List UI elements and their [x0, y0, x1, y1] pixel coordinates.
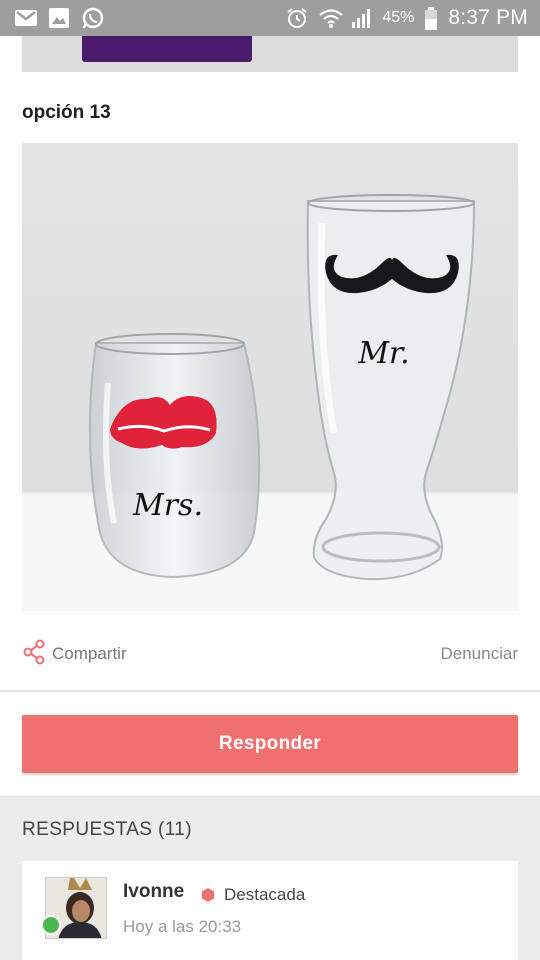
clock: 8:37 PM — [448, 6, 528, 29]
mr-text: Mr. — [357, 336, 409, 371]
reply-button[interactable]: Responder — [22, 715, 518, 773]
notification-icons — [0, 7, 104, 29]
answer-item[interactable]: Ivonne Destacada Hoy a las 20:33 — [22, 861, 518, 960]
status-bar: 45% 8:37 PM — [0, 0, 540, 36]
featured-badge: Destacada — [200, 885, 305, 905]
mrs-glass: Mrs. — [88, 333, 261, 579]
previous-option-image[interactable] — [22, 36, 518, 72]
share-button[interactable]: Compartir — [22, 639, 127, 670]
post-actions: Compartir Denunciar — [22, 638, 518, 670]
option-title: opción 13 — [22, 102, 111, 123]
system-icons: 45% 8:37 PM — [286, 6, 540, 30]
answers-section: RESPUESTAS (11) Ivonne Destacada Hoy a l… — [0, 796, 540, 960]
mrs-text: Mrs. — [132, 488, 203, 523]
signal-icon — [350, 7, 372, 29]
online-indicator — [41, 915, 61, 935]
answers-title: RESPUESTAS (11) — [22, 819, 193, 840]
user-name[interactable]: Ivonne — [123, 881, 184, 903]
badge-label: Destacada — [224, 885, 306, 904]
option-photo[interactable]: Mrs. Mr. — [22, 143, 518, 611]
whatsapp-icon — [82, 7, 104, 29]
divider — [0, 690, 540, 692]
purple-object — [82, 36, 252, 62]
share-icon — [22, 639, 46, 670]
share-label: Compartir — [52, 644, 127, 663]
alarm-icon — [286, 7, 308, 29]
report-button[interactable]: Denunciar — [441, 644, 519, 664]
hexagon-icon — [200, 887, 216, 903]
wifi-icon — [318, 7, 344, 29]
answer-timestamp: Hoy a las 20:33 — [123, 917, 242, 936]
battery-icon — [424, 7, 438, 30]
battery-percentage: 45% — [382, 9, 415, 26]
gmail-icon — [14, 7, 37, 29]
gallery-icon — [48, 7, 70, 29]
